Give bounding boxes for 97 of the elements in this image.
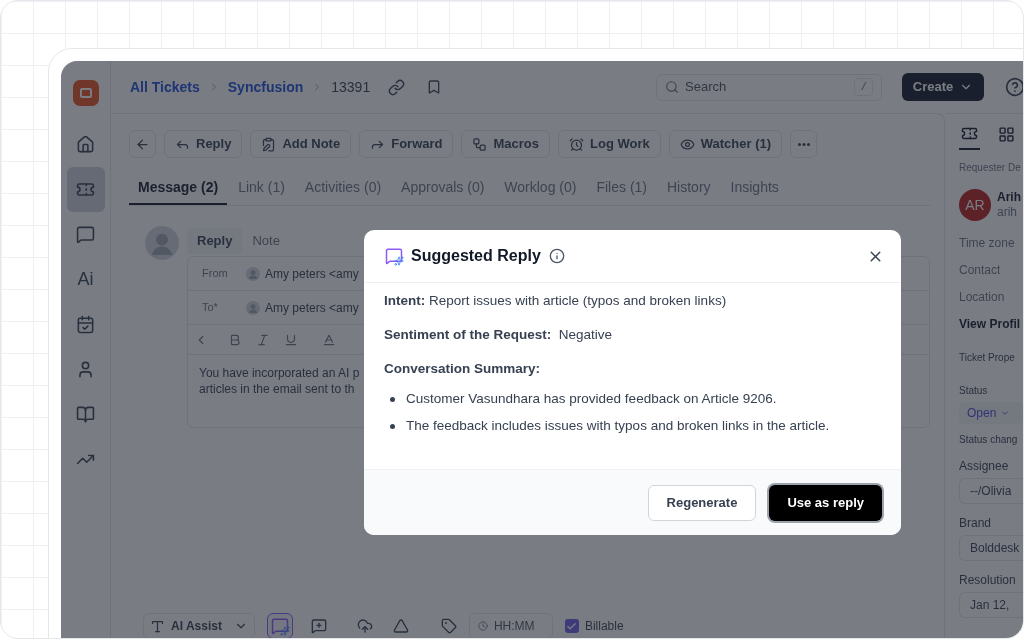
search-icon [665, 80, 679, 94]
help-icon[interactable] [1005, 77, 1023, 97]
billable-checkbox[interactable] [564, 619, 579, 633]
field-label: Brand [959, 515, 993, 532]
select-field[interactable]: --/Olivia [959, 478, 1023, 504]
sparkle-chat-icon [270, 617, 289, 635]
toolbar-button[interactable]: Forward [359, 130, 454, 158]
breadcrumb-link[interactable]: All Tickets [130, 76, 200, 98]
search-field[interactable]: Search / [656, 73, 882, 101]
sentiment-text: Sentiment of the Request: Negative [384, 326, 614, 344]
tag-icon[interactable] [440, 618, 457, 634]
avatar-icon [246, 266, 260, 281]
sparkle-chat-icon [385, 247, 403, 265]
select-field[interactable]: Bolddesk [959, 535, 1023, 561]
toolbar-button[interactable]: Watcher (1) [668, 130, 783, 158]
font-color-icon[interactable] [322, 332, 336, 347]
shortcut-key: / [854, 77, 873, 97]
field-label: Status [959, 384, 989, 398]
view-profile-link[interactable]: View Profil [959, 316, 1023, 333]
message-text: articles in the email sent to th [199, 381, 355, 397]
composer-tab[interactable]: Note [242, 228, 290, 254]
text-icon [150, 618, 165, 634]
ellipsis-icon [797, 142, 810, 146]
bullet-icon [390, 396, 395, 402]
back-button[interactable] [129, 130, 156, 158]
summary-heading: Conversation Summary: [384, 360, 542, 378]
eye-icon [679, 136, 695, 152]
composer-tab[interactable]: Reply [187, 228, 243, 254]
toolbar-button[interactable]: Add Note [250, 130, 352, 158]
suggested-reply-button[interactable] [266, 613, 293, 638]
add-comment-icon[interactable] [310, 618, 327, 634]
nav-item[interactable] [66, 167, 105, 212]
billable-label: Billable [584, 618, 624, 635]
recipient-text: Amy peters <amy [265, 265, 359, 283]
toolbar-button[interactable]: Log Work [558, 130, 661, 158]
field-label: From [202, 266, 229, 282]
recipient-text: Amy peters <amy [265, 299, 359, 317]
user-icon [76, 360, 95, 379]
detail-label: Contact [959, 262, 1002, 279]
tab[interactable]: Link (1) [229, 172, 294, 205]
note-icon [261, 136, 277, 152]
underline-icon[interactable] [284, 332, 298, 347]
detail-label: Time zone [959, 235, 1016, 252]
toolbar-button[interactable]: Reply [164, 130, 243, 158]
requester-name: Arih [997, 190, 1021, 205]
tab[interactable]: Activities (0) [295, 172, 391, 205]
ticket-number: 13391 [331, 77, 371, 97]
calendar-check-icon [76, 315, 95, 334]
create-button[interactable]: Create [902, 73, 984, 101]
field-label: Assignee [959, 458, 1010, 475]
time-input[interactable]: HH:MM [493, 617, 544, 635]
alarm-clock-icon [569, 136, 584, 152]
tab[interactable]: Insights [721, 172, 788, 205]
message-text: You have incorporated an AI p [199, 365, 360, 381]
avatar-initials: AR [959, 189, 991, 221]
tab[interactable]: Files (1) [587, 172, 656, 205]
breadcrumb-link[interactable]: Syncfusion [227, 76, 304, 98]
intent-text: Intent: Report issues with article (typos and broken links) [384, 292, 728, 310]
info-icon[interactable] [548, 248, 565, 264]
home-icon [76, 135, 95, 154]
workflow-icon [472, 136, 488, 152]
clock-icon [477, 619, 488, 633]
tab[interactable]: Approvals (0) [392, 172, 494, 205]
search-input[interactable]: Search [685, 77, 849, 97]
more-button[interactable] [790, 130, 818, 158]
tab[interactable]: History [658, 172, 720, 205]
book-icon [76, 405, 95, 424]
field-label: Resolution [959, 572, 1017, 589]
tab[interactable]: Message (2) [129, 172, 228, 205]
app-logo[interactable] [72, 80, 99, 106]
bold-icon[interactable] [228, 332, 242, 347]
section-label: Requester De [959, 161, 1022, 175]
field-label: To* [202, 300, 219, 316]
avatar-icon [246, 300, 260, 315]
dialog-title: Suggested Reply [411, 246, 541, 266]
tab[interactable]: Worklog (0) [495, 172, 586, 205]
status-note: Status chang [959, 433, 1019, 447]
bullet-icon [390, 423, 395, 429]
summary-item: Customer Vasundhara has provided feedback on Article 9206. [406, 390, 777, 408]
use-as-reply-button[interactable]: Use as reply [769, 484, 882, 521]
status-dropdown[interactable]: Open [959, 402, 1023, 424]
section-label: Ticket Prope [959, 351, 1016, 365]
toolbar-button[interactable]: Macros [461, 130, 550, 158]
ticket-icon [76, 180, 95, 199]
grid-tab-icon[interactable] [998, 125, 1015, 143]
upload-icon[interactable] [356, 618, 373, 634]
detail-label: Location [959, 289, 1006, 306]
chevron-down-icon [1000, 408, 1011, 418]
summary-item: The feedback includes issues with typos and broken links in the article. [406, 417, 830, 435]
avatar-icon [145, 226, 179, 260]
drive-icon[interactable] [392, 618, 409, 634]
link-icon[interactable] [388, 78, 406, 96]
regenerate-button[interactable]: Regenerate [647, 484, 757, 521]
select-field[interactable]: Jan 12, [959, 592, 1023, 618]
chat-icon [76, 225, 95, 244]
requester-email: arih [997, 205, 1018, 220]
italic-icon[interactable] [256, 332, 270, 347]
